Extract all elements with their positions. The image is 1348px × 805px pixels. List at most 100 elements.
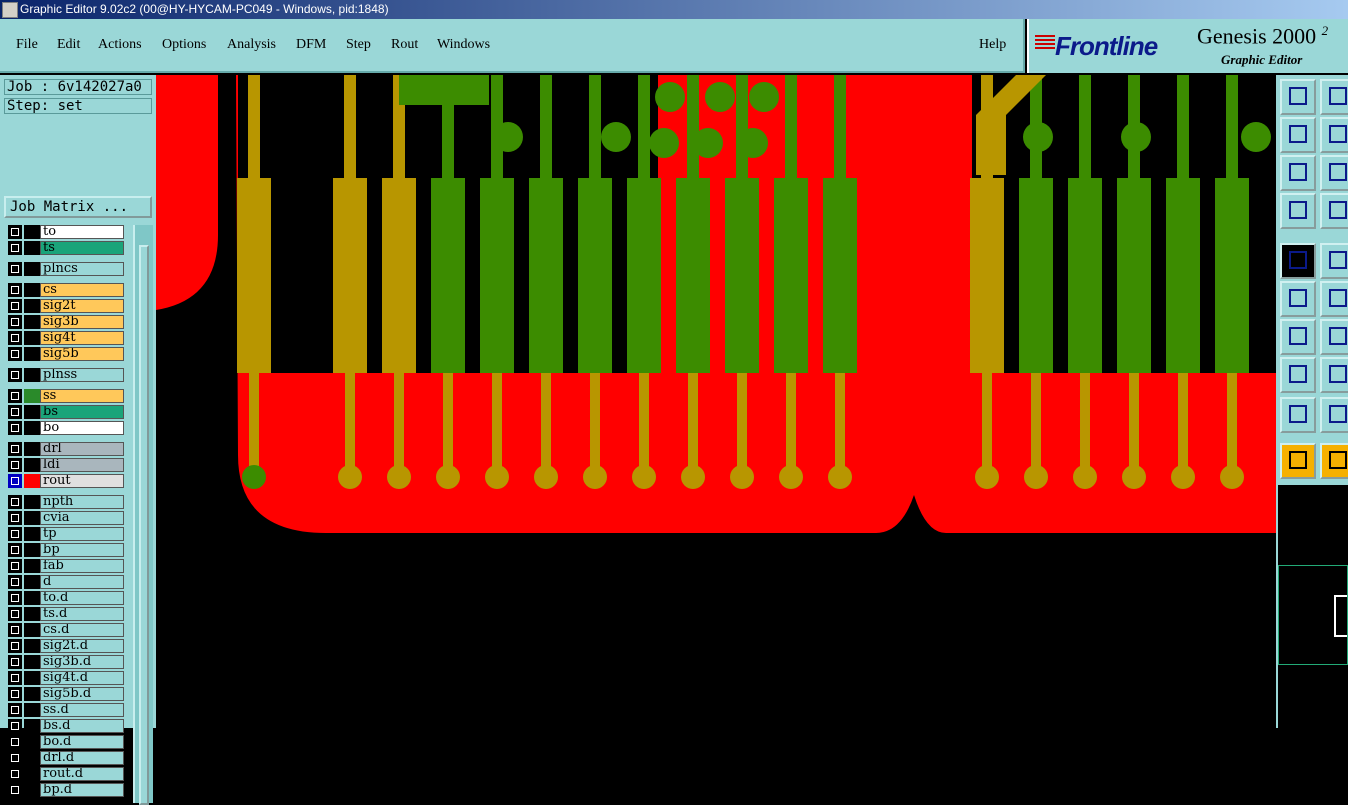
zoom-in-icon[interactable] [1320, 117, 1348, 153]
layer-name[interactable]: bo.d [40, 735, 124, 749]
layer-name[interactable]: ldi [40, 458, 124, 472]
layer-row-ss[interactable]: ss [6, 389, 124, 403]
layer-color-swatch[interactable] [24, 315, 40, 329]
layer-visibility-checkbox[interactable] [8, 575, 22, 589]
fit-icon[interactable] [1280, 155, 1316, 191]
layer-name[interactable]: sig3b.d [40, 655, 124, 669]
layer-row-to[interactable]: to [6, 225, 124, 239]
layer-name[interactable]: sig5b [40, 347, 124, 361]
layer-row-rout[interactable]: rout [6, 474, 124, 488]
layer-row-tp[interactable]: tp [6, 527, 124, 541]
layer-name[interactable]: ts.d [40, 607, 124, 621]
layer-row-sig2t-d[interactable]: sig2t.d [6, 639, 124, 653]
select-feature-icon[interactable] [1280, 243, 1316, 279]
layer-color-swatch[interactable] [24, 687, 40, 701]
layer-visibility-checkbox[interactable] [8, 241, 22, 255]
menu-step[interactable]: Step [346, 37, 371, 53]
layer-row-sig2t[interactable]: sig2t [6, 299, 124, 313]
layer-color-swatch[interactable] [24, 591, 40, 605]
layer-row-ts-d[interactable]: ts.d [6, 607, 124, 621]
layer-visibility-checkbox[interactable] [8, 283, 22, 297]
layer-row-npth[interactable]: npth [6, 495, 124, 509]
layer-name[interactable]: sig4t.d [40, 671, 124, 685]
layer-color-swatch[interactable] [24, 262, 40, 276]
measure-icon[interactable] [1280, 193, 1316, 229]
layer-color-swatch[interactable] [24, 368, 40, 382]
layer-row-bp[interactable]: bp [6, 543, 124, 557]
layer-name[interactable]: ss [40, 389, 124, 403]
menu-actions[interactable]: Actions [98, 37, 142, 53]
layer-color-swatch[interactable] [24, 751, 40, 765]
layer-row-sig3b-d[interactable]: sig3b.d [6, 655, 124, 669]
layer-row-cs-d[interactable]: cs.d [6, 623, 124, 637]
layer-name[interactable]: bo [40, 421, 124, 435]
layer-row-drl-d[interactable]: drl.d [6, 751, 124, 765]
layer-visibility-checkbox[interactable] [8, 687, 22, 701]
layer-color-swatch[interactable] [24, 331, 40, 345]
layer-visibility-checkbox[interactable] [8, 347, 22, 361]
layer-name[interactable]: sig2t.d [40, 639, 124, 653]
layer-name[interactable]: drl [40, 442, 124, 456]
layer-visibility-checkbox[interactable] [8, 458, 22, 472]
layer-color-swatch[interactable] [24, 511, 40, 525]
cross-icon[interactable] [1320, 281, 1348, 317]
layer-name[interactable]: fab [40, 559, 124, 573]
layer-row-ldi[interactable]: ldi [6, 458, 124, 472]
layer-name[interactable]: bs [40, 405, 124, 419]
menu-file[interactable]: File [16, 37, 38, 53]
layer-visibility-checkbox[interactable] [8, 719, 22, 733]
layer-row-d[interactable]: d [6, 575, 124, 589]
layer-visibility-checkbox[interactable] [8, 607, 22, 621]
layer-row-drl[interactable]: drl [6, 442, 124, 456]
layer-color-swatch[interactable] [24, 442, 40, 456]
layer-row-bs-d[interactable]: bs.d [6, 719, 124, 733]
polygon-icon[interactable] [1320, 243, 1348, 279]
layer-visibility-checkbox[interactable] [8, 368, 22, 382]
layer-visibility-checkbox[interactable] [8, 225, 22, 239]
layer-name[interactable]: sig5b.d [40, 687, 124, 701]
arc-icon[interactable] [1320, 319, 1348, 355]
layer-name[interactable]: to [40, 225, 124, 239]
menu-rout[interactable]: Rout [391, 37, 418, 53]
layer-visibility-checkbox[interactable] [8, 751, 22, 765]
layer-color-swatch[interactable] [24, 639, 40, 653]
layer-visibility-checkbox[interactable] [8, 389, 22, 403]
layer-row-sig3b[interactable]: sig3b [6, 315, 124, 329]
layer-visibility-checkbox[interactable] [8, 703, 22, 717]
layer-color-swatch[interactable] [24, 575, 40, 589]
layer-color-swatch[interactable] [24, 421, 40, 435]
layer-name[interactable]: rout.d [40, 767, 124, 781]
layer-color-swatch[interactable] [24, 474, 40, 488]
scroll-thumb[interactable] [139, 245, 149, 805]
layer-color-swatch[interactable] [24, 543, 40, 557]
app-icon[interactable] [2, 2, 18, 18]
layer-color-swatch[interactable] [24, 719, 40, 733]
job-matrix-button[interactable]: Job Matrix ... [4, 196, 152, 218]
layer-visibility-checkbox[interactable] [8, 591, 22, 605]
pan-icon[interactable] [1320, 79, 1348, 115]
menu-dfm[interactable]: DFM [296, 37, 326, 53]
layer-name[interactable]: cs.d [40, 623, 124, 637]
fit-all-icon[interactable] [1320, 155, 1348, 191]
layer-color-swatch[interactable] [24, 299, 40, 313]
layer-name[interactable]: rout [40, 474, 124, 488]
layer-name[interactable]: cs [40, 283, 124, 297]
layer-visibility-checkbox[interactable] [8, 299, 22, 313]
layer-name[interactable]: bp [40, 543, 124, 557]
graphic-canvas[interactable] [156, 75, 1276, 728]
layer-color-swatch[interactable] [24, 527, 40, 541]
layer-row-cs[interactable]: cs [6, 283, 124, 297]
layer-visibility-checkbox[interactable] [8, 511, 22, 525]
line-icon[interactable] [1280, 319, 1316, 355]
layer-color-swatch[interactable] [24, 495, 40, 509]
layer-color-swatch[interactable] [24, 283, 40, 297]
layer-name[interactable]: sig4t [40, 331, 124, 345]
menu-windows[interactable]: Windows [437, 37, 490, 53]
layer-visibility-checkbox[interactable] [8, 442, 22, 456]
layer-row-sig4t[interactable]: sig4t [6, 331, 124, 345]
layer-name[interactable]: sig2t [40, 299, 124, 313]
layer-name[interactable]: npth [40, 495, 124, 509]
layer-name[interactable]: drl.d [40, 751, 124, 765]
menu-edit[interactable]: Edit [57, 37, 80, 53]
layer-name[interactable]: bp.d [40, 783, 124, 797]
